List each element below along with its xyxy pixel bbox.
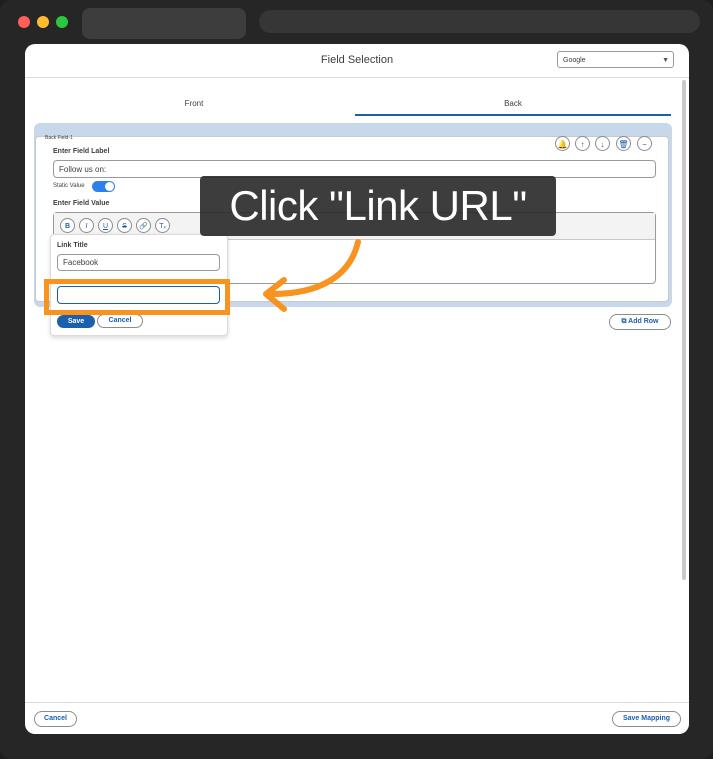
field-card-title: Back Field-1 <box>45 135 73 141</box>
chevron-down-icon: ▼ <box>662 57 669 64</box>
toggle-knob <box>105 182 114 191</box>
modal-header: Field Selection Google ▼ <box>25 44 689 78</box>
field-label-heading: Enter Field Label <box>53 148 110 155</box>
save-mapping-button[interactable]: Save Mapping <box>612 711 681 727</box>
link-title-label: Link Title <box>57 242 88 249</box>
cancel-button[interactable]: Cancel <box>34 711 77 727</box>
close-window-button[interactable] <box>18 16 30 28</box>
tab-front[interactable]: Front <box>65 99 323 108</box>
pointer-arrow-icon <box>263 239 361 312</box>
static-value-label: Static Value <box>53 183 85 189</box>
tab-back[interactable]: Back <box>355 99 671 108</box>
link-title-input[interactable] <box>57 254 220 271</box>
app-window: Field Selection Google ▼ Front Back Back… <box>0 0 713 759</box>
link-save-button[interactable]: Save <box>57 315 95 328</box>
link-cancel-button[interactable]: Cancel <box>97 314 143 328</box>
minus-icon[interactable]: − <box>637 136 652 151</box>
provider-select-value: Google <box>563 57 586 64</box>
scrollbar[interactable] <box>682 80 686 580</box>
zoom-window-button[interactable] <box>56 16 68 28</box>
add-row-icon: ⧉ <box>621 318 627 325</box>
browser-tab[interactable] <box>82 8 246 39</box>
address-bar[interactable] <box>259 10 700 33</box>
active-tab-indicator <box>355 114 671 116</box>
field-selection-modal: Field Selection Google ▼ Front Back Back… <box>25 44 689 734</box>
arrow-up-icon[interactable]: ↑ <box>575 136 590 151</box>
arrow-down-icon[interactable]: ↓ <box>595 136 610 151</box>
underline-icon[interactable]: U <box>98 218 113 233</box>
minimize-window-button[interactable] <box>37 16 49 28</box>
strikethrough-icon[interactable]: S <box>117 218 132 233</box>
add-row-label: Add Row <box>628 318 659 325</box>
italic-icon[interactable]: I <box>79 218 94 233</box>
instruction-overlay: Click "Link URL" <box>200 176 556 236</box>
bold-icon[interactable]: B <box>60 218 75 233</box>
modal-footer-divider <box>25 702 689 703</box>
static-value-toggle[interactable] <box>92 181 115 192</box>
link-icon[interactable]: 🔗 <box>136 218 151 233</box>
field-value-heading: Enter Field Value <box>53 200 110 207</box>
trash-icon[interactable]: 🗑 <box>616 136 631 151</box>
clear-format-icon[interactable]: Tₓ <box>155 218 170 233</box>
link-url-highlight <box>44 279 230 315</box>
provider-select[interactable]: Google ▼ <box>557 51 674 68</box>
add-row-button[interactable]: ⧉ Add Row <box>609 314 671 330</box>
bell-icon[interactable]: 🔔 <box>555 136 570 151</box>
